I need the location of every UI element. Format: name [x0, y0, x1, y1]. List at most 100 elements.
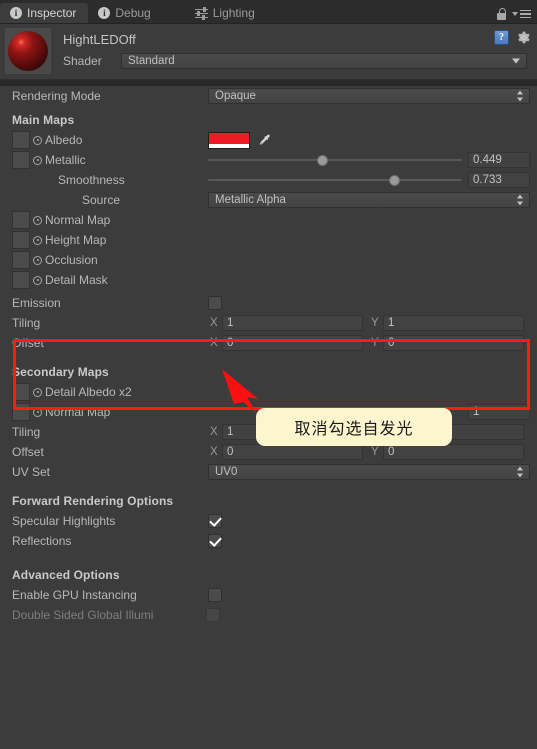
albedo-color-swatch[interactable] — [208, 131, 250, 149]
normal-map-texture-slot[interactable] — [12, 211, 30, 229]
gpu-instancing-label: Enable GPU Instancing — [12, 588, 137, 602]
rendering-mode-dropdown[interactable]: Opaque — [208, 88, 530, 104]
chevron-updown-icon — [517, 466, 524, 478]
detail-mask-label-group: Detail Mask — [12, 271, 208, 289]
reflections-row: Reflections — [0, 531, 537, 551]
height-map-row: Height Map — [0, 230, 537, 250]
gpu-instancing-checkbox[interactable] — [208, 588, 222, 602]
emission-row: Emission — [0, 293, 537, 313]
metallic-value-field[interactable]: 0.449 — [468, 152, 530, 168]
secondary-maps-header: Secondary Maps — [0, 362, 537, 382]
height-map-label: Height Map — [45, 233, 107, 247]
main-offset-y-field[interactable]: 0 — [383, 335, 524, 351]
detail-mask-label: Detail Mask — [45, 273, 108, 287]
occlusion-texture-slot[interactable] — [12, 251, 30, 269]
main-offset-fields: X 0 Y 0 — [208, 335, 530, 351]
rendering-mode-value: Opaque — [215, 90, 256, 102]
material-header: HightLEDOff Shader Standard ? — [0, 24, 537, 80]
secondary-offset-fields: X 0 Y 0 — [208, 444, 530, 460]
shader-label: Shader — [63, 54, 102, 68]
rendering-mode-label: Rendering Mode — [12, 89, 101, 103]
detail-albedo-row: Detail Albedo x2 — [0, 382, 537, 402]
secondary-normal-map-value-field[interactable]: 1 — [468, 404, 530, 420]
emission-checkbox[interactable] — [208, 296, 222, 310]
secondary-tiling-label: Tiling — [12, 425, 41, 439]
specular-highlights-row: Specular Highlights — [0, 511, 537, 531]
smoothness-value-field[interactable]: 0.733 — [468, 172, 530, 188]
main-offset-x-axis-label: X — [210, 337, 218, 349]
forward-rendering-title: Forward Rendering Options — [12, 494, 174, 508]
main-tiling-row: Tiling X 1 Y 1 — [0, 313, 537, 333]
main-tiling-label-group: Tiling — [12, 316, 208, 330]
main-tiling-y-axis-label: Y — [371, 317, 379, 329]
detail-albedo-target-icon[interactable] — [33, 387, 42, 397]
normal-map-row: Normal Map — [0, 210, 537, 230]
secondary-normal-map-label-group: Normal Map — [12, 403, 208, 421]
gpu-instancing-row: Enable GPU Instancing — [0, 585, 537, 605]
tab-inspector-label: Inspector — [27, 6, 77, 20]
chevron-updown-icon — [517, 194, 524, 206]
secondary-normal-map-texture-slot[interactable] — [12, 403, 30, 421]
reflections-checkbox[interactable] — [208, 534, 222, 548]
editor-tab-bar: i Inspector i Debug Lighting — [0, 0, 537, 24]
emission-label: Emission — [12, 296, 61, 310]
uv-set-label: UV Set — [12, 465, 51, 479]
detail-mask-target-icon[interactable] — [33, 275, 42, 285]
tab-lighting[interactable]: Lighting — [185, 3, 267, 23]
albedo-texture-slot[interactable] — [12, 131, 30, 149]
occlusion-label-group: Occlusion — [12, 251, 208, 269]
tab-debug[interactable]: i Debug — [88, 3, 162, 23]
tab-inspector[interactable]: i Inspector — [0, 3, 89, 23]
material-sphere-preview[interactable] — [5, 28, 51, 74]
main-offset-y-axis-label: Y — [371, 337, 379, 349]
main-tiling-y-field[interactable]: 1 — [383, 315, 524, 331]
metallic-row: Metallic 0.449 — [0, 150, 537, 170]
occlusion-target-icon[interactable] — [33, 255, 42, 265]
lock-icon[interactable] — [496, 8, 507, 20]
metallic-texture-slot[interactable] — [12, 151, 30, 169]
main-tiling-x-field[interactable]: 1 — [222, 315, 363, 331]
normal-map-label-group: Normal Map — [12, 211, 208, 229]
secondary-offset-y-field[interactable]: 0 — [383, 444, 524, 460]
smoothness-slider[interactable] — [208, 172, 462, 188]
double-sided-gi-label: Double Sided Global Illumi — [12, 608, 154, 622]
main-offset-x-field[interactable]: 0 — [222, 335, 363, 351]
height-map-texture-slot[interactable] — [12, 231, 30, 249]
specular-highlights-checkbox[interactable] — [208, 514, 222, 528]
source-label-group: Source — [12, 193, 208, 207]
secondary-offset-x-field[interactable]: 0 — [222, 444, 363, 460]
tab-bar-controls — [496, 8, 537, 23]
double-sided-gi-label-group: Double Sided Global Illumi — [12, 608, 206, 622]
tab-debug-label: Debug — [115, 6, 151, 20]
shader-dropdown[interactable]: Standard — [121, 53, 527, 69]
eyedropper-icon[interactable] — [257, 133, 272, 148]
chevron-updown-icon — [517, 90, 524, 102]
secondary-normal-map-target-icon[interactable] — [33, 407, 42, 417]
smoothness-label: Smoothness — [58, 173, 125, 187]
normal-map-target-icon[interactable] — [33, 215, 42, 225]
gpu-instancing-label-group: Enable GPU Instancing — [12, 588, 208, 602]
metallic-slider[interactable] — [208, 152, 462, 168]
help-icon[interactable]: ? — [494, 30, 509, 45]
albedo-row: Albedo — [0, 130, 537, 150]
main-offset-label-group: Offset — [12, 336, 208, 350]
height-map-target-icon[interactable] — [33, 235, 42, 245]
detail-mask-texture-slot[interactable] — [12, 271, 30, 289]
gear-icon[interactable] — [516, 30, 531, 45]
source-label: Source — [82, 193, 121, 207]
source-dropdown[interactable]: Metallic Alpha — [208, 192, 530, 208]
detail-albedo-texture-slot[interactable] — [12, 383, 30, 401]
chevron-down-icon — [512, 58, 520, 64]
advanced-options-header: Advanced Options — [0, 565, 537, 585]
metallic-target-icon[interactable] — [33, 155, 42, 165]
shader-dropdown-value: Standard — [128, 55, 175, 67]
smoothness-label-group: Smoothness — [12, 173, 208, 187]
uv-set-label-group: UV Set — [12, 465, 208, 479]
uv-set-dropdown[interactable]: UV0 — [208, 464, 530, 480]
annotation-tooltip: 取消勾选自发光 — [256, 408, 452, 446]
hamburger-menu-icon[interactable] — [512, 9, 531, 19]
detail-mask-row: Detail Mask — [0, 270, 537, 290]
albedo-target-icon[interactable] — [33, 135, 42, 145]
